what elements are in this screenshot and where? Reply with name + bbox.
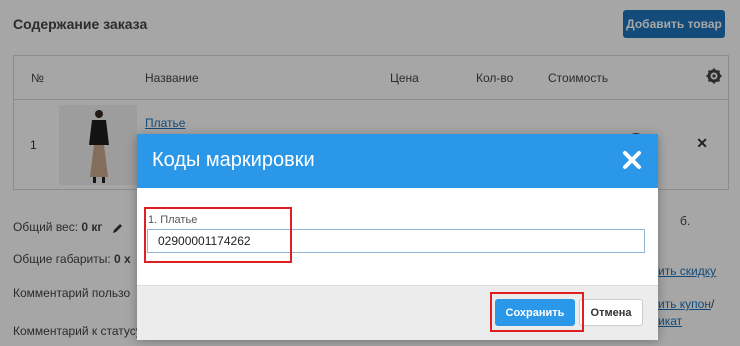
highlight-box-save — [490, 292, 584, 332]
modal-title: Коды маркировки — [152, 149, 315, 171]
modal-header: Коды маркировки — [137, 134, 658, 188]
close-icon[interactable] — [622, 150, 642, 170]
cancel-button[interactable]: Отмена — [579, 299, 643, 326]
highlight-box-input — [144, 207, 292, 263]
